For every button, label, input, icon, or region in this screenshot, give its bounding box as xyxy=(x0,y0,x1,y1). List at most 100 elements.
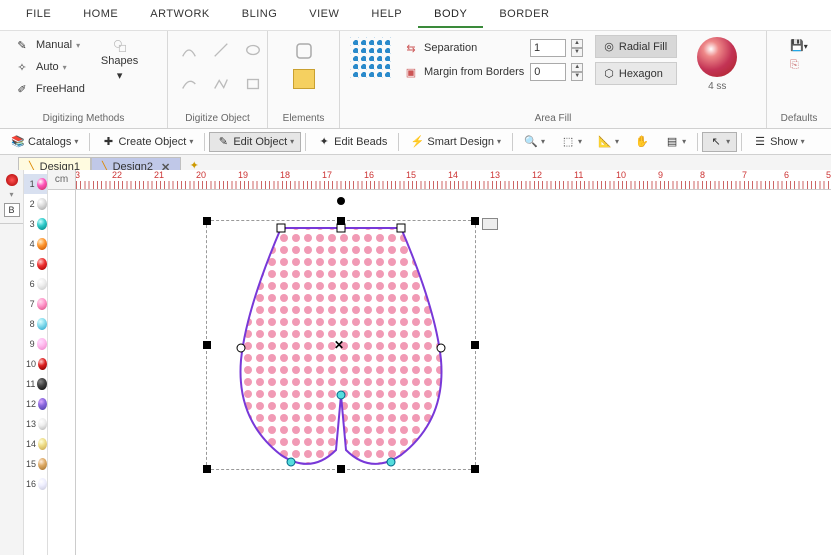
menu-body[interactable]: BODY xyxy=(418,4,483,28)
select-icon: ⬚ xyxy=(561,135,575,149)
catalogs-button[interactable]: 📚Catalogs▾ xyxy=(4,132,85,152)
show-button[interactable]: ☰Show▾ xyxy=(746,132,812,152)
menu-view[interactable]: VIEW xyxy=(293,4,355,28)
shapes-button[interactable]: Shapes▾ xyxy=(95,35,144,86)
shapes-icon xyxy=(113,39,127,53)
resize-handle-tl[interactable] xyxy=(203,217,211,225)
freehand-label: FreeHand xyxy=(36,83,85,95)
pointer-button[interactable]: ↖▾ xyxy=(702,132,737,152)
manual-icon: ✎ xyxy=(12,37,32,53)
bead-palette-item[interactable]: 8 xyxy=(24,314,47,334)
separation-spinner[interactable]: ▲▼ xyxy=(571,39,583,57)
hexagon-label: Hexagon xyxy=(619,68,663,80)
edit-beads-button[interactable]: ✦Edit Beads xyxy=(310,132,394,152)
separator xyxy=(398,133,399,151)
bead-preview-icon[interactable] xyxy=(697,37,737,77)
bead-palette-item[interactable]: 4 xyxy=(24,234,47,254)
element-outline-icon[interactable] xyxy=(292,39,316,63)
closed-curve-icon[interactable] xyxy=(242,39,264,61)
create-object-button[interactable]: ✚Create Object▾ xyxy=(94,132,200,152)
bead-palette-item[interactable]: 6 xyxy=(24,274,47,294)
ruler-unit[interactable]: cm xyxy=(48,170,76,190)
select-tool-button[interactable]: ⬚▾ xyxy=(554,132,589,152)
element-fill-icon[interactable] xyxy=(293,69,315,89)
resize-handle-br[interactable] xyxy=(471,465,479,473)
bead-palette-item[interactable]: 3 xyxy=(24,214,47,234)
load-defaults-icon[interactable]: ⎘ xyxy=(790,59,808,75)
edit-object-button[interactable]: ✎Edit Object▾ xyxy=(209,132,301,152)
area-fill-label: Area Fill xyxy=(348,111,758,126)
menu-help[interactable]: HELP xyxy=(355,4,418,28)
object-tag-icon[interactable] xyxy=(482,218,498,230)
curve-tool-icon[interactable] xyxy=(178,39,200,61)
rail-b-button[interactable]: B xyxy=(4,203,20,217)
bead-palette-item[interactable]: 12 xyxy=(24,394,47,414)
rail-color-button[interactable] xyxy=(6,174,18,186)
play-button[interactable]: ▤▾ xyxy=(658,132,693,152)
save-defaults-icon[interactable]: 💾▾ xyxy=(790,39,808,55)
arc-tool-icon[interactable] xyxy=(178,73,200,95)
rotate-handle[interactable] xyxy=(337,197,345,205)
radial-fill-button[interactable]: ◎Radial Fill xyxy=(595,35,677,58)
measure-button[interactable]: 📐▾ xyxy=(591,132,626,152)
ruler-tick-label: 22 xyxy=(112,170,122,180)
resize-handle-tm[interactable] xyxy=(337,217,345,225)
bead-palette-item[interactable]: 15 xyxy=(24,454,47,474)
ruler-tick-label: 13 xyxy=(490,170,500,180)
bead-swatch-icon xyxy=(37,378,47,390)
toolbar: 📚Catalogs▾ ✚Create Object▾ ✎Edit Object▾… xyxy=(0,129,831,155)
ruler-tick-label: 8 xyxy=(700,170,705,180)
bead-palette-item[interactable]: 9 xyxy=(24,334,47,354)
rect-tool-icon[interactable] xyxy=(242,73,264,95)
menu-file[interactable]: FILE xyxy=(10,4,67,28)
bead-swatch-icon xyxy=(37,198,47,210)
menu-home[interactable]: HOME xyxy=(67,4,134,28)
smart-design-button[interactable]: ⚡Smart Design▾ xyxy=(403,132,508,152)
pan-button[interactable]: ✋ xyxy=(628,132,656,152)
catalogs-label: Catalogs xyxy=(28,136,71,148)
auto-button[interactable]: ✧Auto▾ xyxy=(8,57,89,77)
menu-border[interactable]: BORDER xyxy=(483,4,565,28)
bead-number: 16 xyxy=(26,479,36,489)
play-icon: ▤ xyxy=(665,135,679,149)
menu-bling[interactable]: BLING xyxy=(226,4,294,28)
bead-swatch-icon xyxy=(37,298,47,310)
freehand-button[interactable]: ✐FreeHand xyxy=(8,79,89,99)
resize-handle-bm[interactable] xyxy=(337,465,345,473)
menu-bar: FILE HOME ARTWORK BLING VIEW HELP BODY B… xyxy=(0,0,831,31)
bead-palette-item[interactable]: 7 xyxy=(24,294,47,314)
bead-number: 6 xyxy=(26,279,35,289)
create-label: Create Object xyxy=(118,136,186,148)
bead-palette-item[interactable]: 1 xyxy=(24,174,47,194)
canvas[interactable]: ✕ xyxy=(76,190,831,555)
menu-artwork[interactable]: ARTWORK xyxy=(134,4,226,28)
ruler-tick-label: 11 xyxy=(574,170,583,180)
line-tool-icon[interactable] xyxy=(210,39,232,61)
bead-palette-item[interactable]: 13 xyxy=(24,414,47,434)
manual-button[interactable]: ✎Manual▾ xyxy=(8,35,89,55)
bead-palette-item[interactable]: 11 xyxy=(24,374,47,394)
resize-handle-ml[interactable] xyxy=(203,341,211,349)
digitize-object-label: Digitize Object xyxy=(176,111,259,126)
ruler-tick-label: 21 xyxy=(154,170,164,180)
center-mark-icon: ✕ xyxy=(334,338,344,352)
separator xyxy=(89,133,90,151)
bead-number: 12 xyxy=(26,399,36,409)
margin-input[interactable] xyxy=(530,63,566,81)
separation-input[interactable] xyxy=(530,39,566,57)
ruler-tick-label: 19 xyxy=(238,170,248,180)
hexagon-fill-button[interactable]: ⬡Hexagon xyxy=(595,62,677,85)
bead-palette-item[interactable]: 16 xyxy=(24,474,47,494)
resize-handle-bl[interactable] xyxy=(203,465,211,473)
resize-handle-mr[interactable] xyxy=(471,341,479,349)
resize-handle-tr[interactable] xyxy=(471,217,479,225)
bead-palette-item[interactable]: 2 xyxy=(24,194,47,214)
polyline-icon[interactable] xyxy=(210,73,232,95)
zoom-button[interactable]: 🔍▾ xyxy=(517,132,552,152)
bead-palette-item[interactable]: 14 xyxy=(24,434,47,454)
rail-caret[interactable]: ▾ xyxy=(9,190,13,199)
margin-spinner[interactable]: ▲▼ xyxy=(571,63,583,81)
bead-palette-item[interactable]: 10 xyxy=(24,354,47,374)
bead-palette-item[interactable]: 5 xyxy=(24,254,47,274)
bead-swatch-icon xyxy=(38,438,47,450)
